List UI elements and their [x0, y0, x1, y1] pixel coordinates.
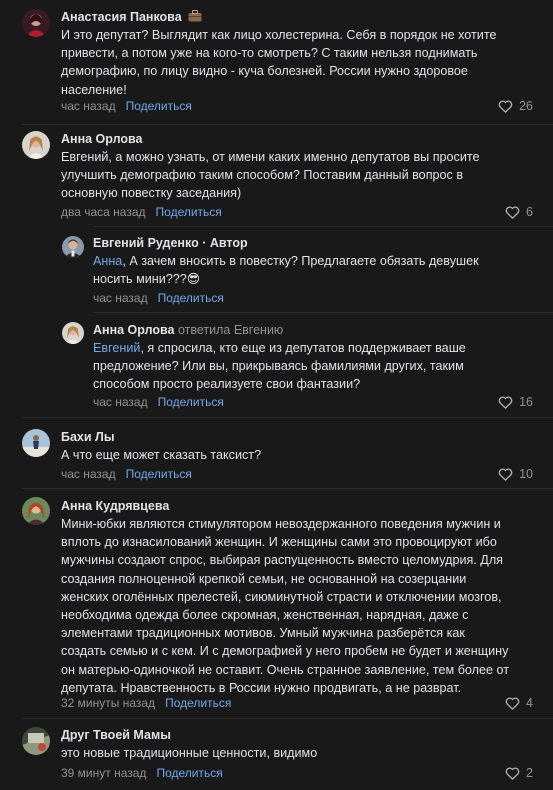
avatar[interactable]: [22, 497, 50, 525]
avatar[interactable]: [62, 322, 84, 344]
timestamp[interactable]: два часа назад: [61, 205, 146, 219]
like-count: 10: [519, 467, 533, 481]
timestamp[interactable]: час назад: [61, 467, 116, 481]
comment-meta: 39 минут назад Поделиться: [61, 766, 223, 780]
timestamp[interactable]: 32 минуты назад: [61, 696, 155, 710]
author-name[interactable]: Евгений Руденко · Автор: [93, 236, 248, 250]
share-button[interactable]: Поделиться: [156, 766, 222, 780]
comment-meta: 32 минуты назад Поделиться: [61, 696, 231, 710]
share-button[interactable]: Поделиться: [158, 291, 224, 305]
share-button[interactable]: Поделиться: [158, 395, 224, 409]
comment-text: Евгений, я спросила, кто еще из депутато…: [93, 341, 466, 392]
author-name[interactable]: Бахи Лы: [61, 430, 115, 444]
heart-icon: [505, 205, 520, 219]
divider: [22, 417, 553, 418]
heart-icon: [505, 766, 520, 780]
heart-icon: [498, 99, 513, 113]
divider: [93, 226, 553, 227]
share-button[interactable]: Поделиться: [126, 467, 192, 481]
briefcase-icon: [188, 10, 202, 25]
share-button[interactable]: Поделиться: [126, 99, 192, 113]
comment-text: И это депутат? Выглядит как лицо холесте…: [61, 28, 497, 97]
mention-link[interactable]: Евгений: [93, 341, 140, 355]
reply-to-label[interactable]: ответила Евгению: [174, 323, 283, 337]
author-role: · Автор: [198, 236, 248, 250]
comment-text: Анна, А зачем вносить в повестку? Предла…: [93, 254, 479, 287]
divider: [22, 124, 553, 125]
like-button[interactable]: 2: [505, 766, 533, 780]
divider: [22, 718, 553, 719]
like-count: 4: [526, 696, 533, 710]
timestamp[interactable]: час назад: [61, 99, 116, 113]
avatar[interactable]: [22, 727, 50, 755]
like-button[interactable]: 10: [498, 467, 533, 481]
avatar[interactable]: [22, 429, 50, 457]
comment-meta: час назад Поделиться: [93, 291, 224, 305]
like-count: 2: [526, 766, 533, 780]
comment-meta: час назад Поделиться: [61, 99, 192, 113]
heart-icon: [498, 467, 513, 481]
comment-text: это новые традиционные ценности, видимо: [61, 746, 318, 760]
mention-link[interactable]: Анна: [93, 254, 122, 268]
timestamp[interactable]: 39 минут назад: [61, 766, 146, 780]
comments-feed: Анастасия Панкова И это депутат? Выгляди…: [0, 0, 553, 790]
author-name[interactable]: Анна Орлова ответила Евгению: [93, 323, 283, 337]
comment-text: Мини-юбки являются стимулятором невоздер…: [61, 517, 509, 695]
avatar[interactable]: [62, 236, 84, 258]
comment-meta: час назад Поделиться: [61, 467, 192, 481]
like-count: 6: [526, 205, 533, 219]
like-button[interactable]: 16: [498, 395, 533, 409]
like-button[interactable]: 6: [505, 205, 533, 219]
author-name[interactable]: Анна Орлова: [61, 132, 142, 146]
like-button[interactable]: 26: [498, 99, 533, 113]
like-count: 16: [519, 395, 533, 409]
comment-meta: два часа назад Поделиться: [61, 205, 222, 219]
timestamp[interactable]: час назад: [93, 291, 148, 305]
comment-meta: час назад Поделиться: [93, 395, 224, 409]
heart-icon: [498, 395, 513, 409]
author-name[interactable]: Анастасия Панкова: [61, 10, 202, 25]
heart-icon: [505, 696, 520, 710]
like-count: 26: [519, 99, 533, 113]
author-name[interactable]: Анна Кудрявцева: [61, 499, 169, 513]
divider: [93, 312, 553, 313]
share-button[interactable]: Поделиться: [165, 696, 231, 710]
comment-text: А что еще может сказать таксист?: [61, 448, 262, 462]
author-name[interactable]: Друг Твоей Мамы: [61, 728, 171, 742]
comment-text: Евгений, а можно узнать, от имени каких …: [61, 150, 480, 201]
avatar[interactable]: [22, 131, 50, 159]
avatar[interactable]: [22, 9, 50, 37]
timestamp[interactable]: час назад: [93, 395, 148, 409]
divider: [22, 488, 553, 489]
share-button[interactable]: Поделиться: [156, 205, 222, 219]
like-button[interactable]: 4: [505, 696, 533, 710]
